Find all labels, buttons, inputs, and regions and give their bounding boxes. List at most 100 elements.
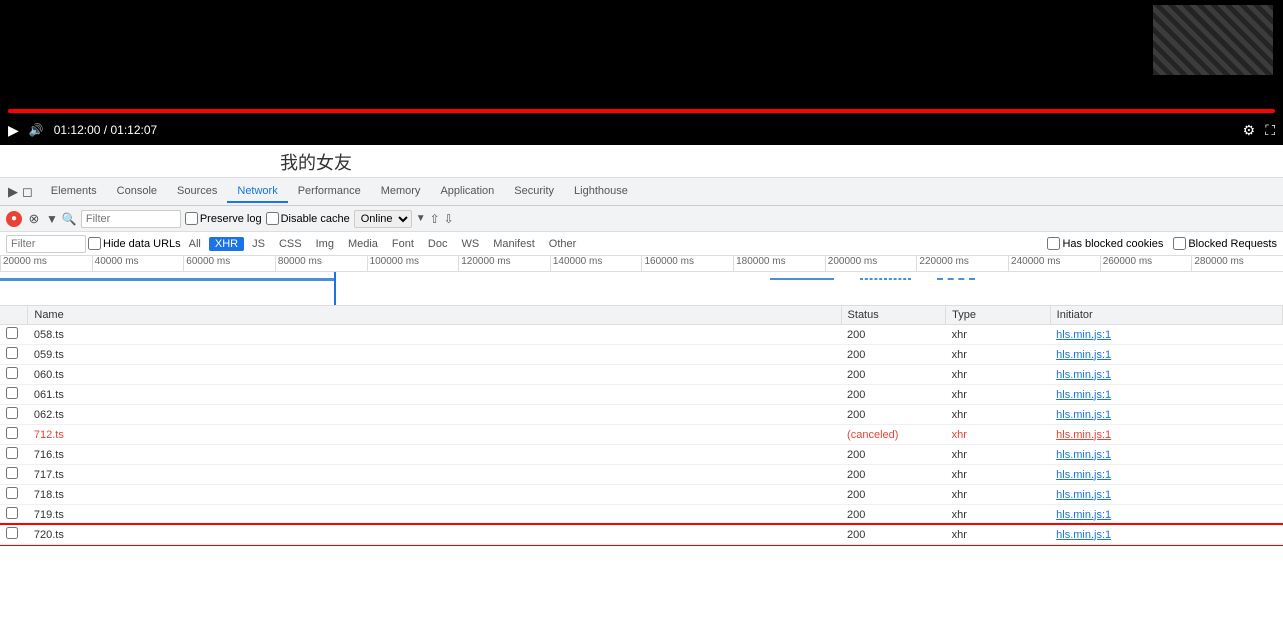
timeline-tick: 240000 ms [1008, 256, 1100, 271]
cell-status: 200 [841, 465, 946, 485]
tab-lighthouse[interactable]: Lighthouse [564, 181, 638, 203]
row-checkbox[interactable] [6, 367, 18, 379]
progress-bar-container[interactable] [8, 109, 1275, 113]
table-row[interactable]: 059.ts200xhrhls.min.js:1 [0, 345, 1283, 365]
tab-application[interactable]: Application [430, 181, 504, 203]
row-checkbox[interactable] [6, 447, 18, 459]
cell-initiator[interactable]: hls.min.js:1 [1050, 365, 1282, 385]
filter-font[interactable]: Font [386, 237, 420, 251]
tab-network[interactable]: Network [227, 181, 287, 203]
devtools-tabs: ▶ ◻ Elements Console Sources Network Per… [0, 178, 1283, 206]
filter-manifest[interactable]: Manifest [487, 237, 541, 251]
table-row[interactable]: 716.ts200xhrhls.min.js:1 [0, 445, 1283, 465]
col-status[interactable]: Status [841, 306, 946, 325]
cell-initiator[interactable]: hls.min.js:1 [1050, 525, 1282, 545]
cell-initiator[interactable]: hls.min.js:1 [1050, 325, 1282, 345]
cell-type: xhr [946, 425, 1051, 445]
row-checkbox[interactable] [6, 527, 18, 539]
disable-cache-checkbox[interactable] [266, 212, 279, 225]
col-checkbox [0, 306, 28, 325]
waterfall-bar-3 [860, 278, 911, 280]
hide-data-urls-checkbox[interactable] [88, 237, 101, 250]
cell-initiator[interactable]: hls.min.js:1 [1050, 465, 1282, 485]
filter-img[interactable]: Img [310, 237, 340, 251]
cell-initiator[interactable]: hls.min.js:1 [1050, 505, 1282, 525]
table-row[interactable]: 060.ts200xhrhls.min.js:1 [0, 365, 1283, 385]
fullscreen-button[interactable]: ⛶ [1265, 122, 1275, 139]
filter-css[interactable]: CSS [273, 237, 308, 251]
row-checkbox[interactable] [6, 407, 18, 419]
tab-memory[interactable]: Memory [371, 181, 431, 203]
cell-name: 721.ts [28, 545, 841, 547]
device-icon[interactable]: ◻ [22, 184, 33, 200]
cell-name: 720.ts [28, 525, 841, 545]
row-checkbox[interactable] [6, 327, 18, 339]
col-name[interactable]: Name [28, 306, 841, 325]
filter-media[interactable]: Media [342, 237, 384, 251]
tab-performance[interactable]: Performance [288, 181, 371, 203]
throttle-select[interactable]: Online [354, 210, 412, 228]
play-button[interactable]: ▶ [8, 122, 19, 139]
settings-button[interactable]: ⚙ [1243, 122, 1256, 139]
filter-all[interactable]: All [183, 237, 207, 251]
has-blocked-cookies-checkbox[interactable] [1047, 237, 1060, 250]
inspect-icon[interactable]: ▶ [8, 184, 18, 200]
filter-xhr[interactable]: XHR [209, 237, 244, 251]
col-type[interactable]: Type [946, 306, 1051, 325]
cell-type: xhr [946, 485, 1051, 505]
row-checkbox[interactable] [6, 467, 18, 479]
timeline-tick: 160000 ms [641, 256, 733, 271]
filter-icon[interactable]: ▼ [46, 212, 58, 226]
table-row[interactable]: 721.ts200xhrhls.min.js:1 [0, 545, 1283, 547]
import-icon[interactable]: ⇧ [430, 212, 440, 226]
search-icon[interactable]: 🔍 [62, 212, 77, 226]
preserve-log-checkbox[interactable] [185, 212, 198, 225]
cell-initiator[interactable]: hls.min.js:1 [1050, 345, 1282, 365]
preserve-log-label: Preserve log [185, 212, 262, 225]
tab-console[interactable]: Console [107, 181, 167, 203]
timeline-tick: 20000 ms [0, 256, 92, 271]
cell-type: xhr [946, 385, 1051, 405]
table-row[interactable]: 061.ts200xhrhls.min.js:1 [0, 385, 1283, 405]
cell-name: 718.ts [28, 485, 841, 505]
export-icon[interactable]: ⇩ [444, 212, 454, 226]
volume-button[interactable]: 🔊 [29, 123, 44, 137]
network-table: Name Status Type Initiator 058.ts200xhrh… [0, 306, 1283, 546]
tab-sources[interactable]: Sources [167, 181, 227, 203]
col-initiator[interactable]: Initiator [1050, 306, 1282, 325]
url-filter-input[interactable] [6, 235, 86, 253]
table-row[interactable]: 062.ts200xhrhls.min.js:1 [0, 405, 1283, 425]
cell-initiator[interactable]: hls.min.js:1 [1050, 445, 1282, 465]
table-row[interactable]: 717.ts200xhrhls.min.js:1 [0, 465, 1283, 485]
cell-status: 200 [841, 445, 946, 465]
clear-button[interactable]: ⊗ [26, 211, 42, 227]
tab-elements[interactable]: Elements [41, 181, 107, 203]
cell-type: xhr [946, 545, 1051, 547]
row-checkbox[interactable] [6, 487, 18, 499]
filter-js[interactable]: JS [246, 237, 271, 251]
table-row[interactable]: 719.ts200xhrhls.min.js:1 [0, 505, 1283, 525]
cell-status: 200 [841, 525, 946, 545]
cell-status: 200 [841, 545, 946, 547]
table-row[interactable]: 718.ts200xhrhls.min.js:1 [0, 485, 1283, 505]
filter-doc[interactable]: Doc [422, 237, 454, 251]
tab-security[interactable]: Security [504, 181, 564, 203]
filter-other[interactable]: Other [543, 237, 583, 251]
record-button[interactable]: ● [6, 211, 22, 227]
cell-initiator[interactable]: hls.min.js:1 [1050, 545, 1282, 547]
cell-initiator[interactable]: hls.min.js:1 [1050, 485, 1282, 505]
filter-input[interactable] [81, 210, 181, 228]
row-checkbox[interactable] [6, 387, 18, 399]
cell-initiator[interactable]: hls.min.js:1 [1050, 385, 1282, 405]
table-row[interactable]: 720.ts200xhrhls.min.js:1 [0, 525, 1283, 545]
row-checkbox[interactable] [6, 347, 18, 359]
cell-initiator[interactable]: hls.min.js:1 [1050, 405, 1282, 425]
table-header-row: Name Status Type Initiator [0, 306, 1283, 325]
row-checkbox[interactable] [6, 427, 18, 439]
blocked-requests-checkbox[interactable] [1173, 237, 1186, 250]
table-row[interactable]: 058.ts200xhrhls.min.js:1 [0, 325, 1283, 345]
filter-ws[interactable]: WS [455, 237, 485, 251]
cell-initiator[interactable]: hls.min.js:1 [1050, 425, 1282, 445]
row-checkbox[interactable] [6, 507, 18, 519]
table-row[interactable]: 712.ts(canceled)xhrhls.min.js:1 [0, 425, 1283, 445]
